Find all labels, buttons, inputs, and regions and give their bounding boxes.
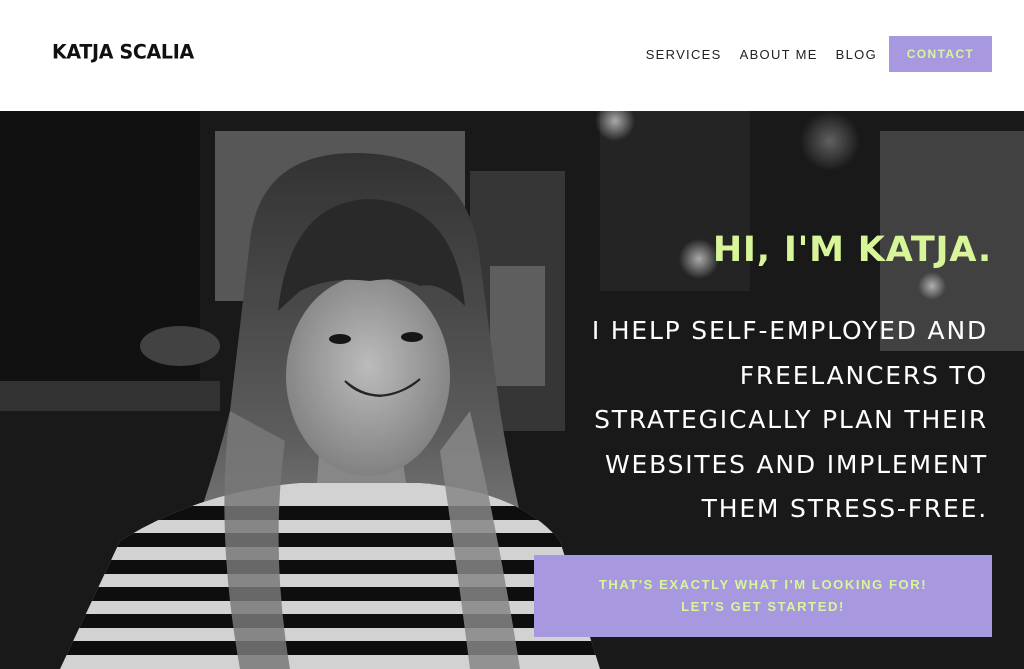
hero-tagline-line: WEBSITES AND IMPLEMENT	[604, 449, 988, 479]
nav-about-me[interactable]: ABOUT ME	[740, 47, 818, 62]
cta-line: THAT'S EXACTLY WHAT I'M LOOKING FOR!	[598, 577, 928, 592]
site-logo[interactable]: KATJA SCALIA	[52, 40, 194, 63]
nav-blog[interactable]: BLOG	[836, 47, 877, 62]
contact-button[interactable]: CONTACT	[889, 36, 992, 72]
hero-tagline-line: THEM STRESS-FREE.	[701, 494, 988, 523]
get-started-button[interactable]: THAT'S EXACTLY WHAT I'M LOOKING FOR! LET…	[534, 555, 992, 637]
hero-tagline: I HELP SELF-EMPLOYED AND FREELANCERS TO …	[488, 309, 988, 532]
main-nav: SERVICES ABOUT ME BLOG CONTACT	[628, 36, 992, 72]
site-header: KATJA SCALIA SERVICES ABOUT ME BLOG CONT…	[0, 0, 1024, 111]
hero-section: HI, I'M KATJA. I HELP SELF-EMPLOYED AND …	[0, 111, 1024, 669]
nav-services[interactable]: SERVICES	[646, 47, 722, 62]
cta-line: LET'S GET STARTED!	[681, 599, 845, 614]
hero-greeting: HI, I'M KATJA.	[712, 230, 992, 270]
hero-tagline-line: STRATEGICALLY PLAN THEIR	[594, 405, 988, 434]
hero-tagline-line: I HELP SELF-EMPLOYED AND	[591, 316, 988, 345]
hero-tagline-line: FREELANCERS TO	[739, 360, 988, 390]
